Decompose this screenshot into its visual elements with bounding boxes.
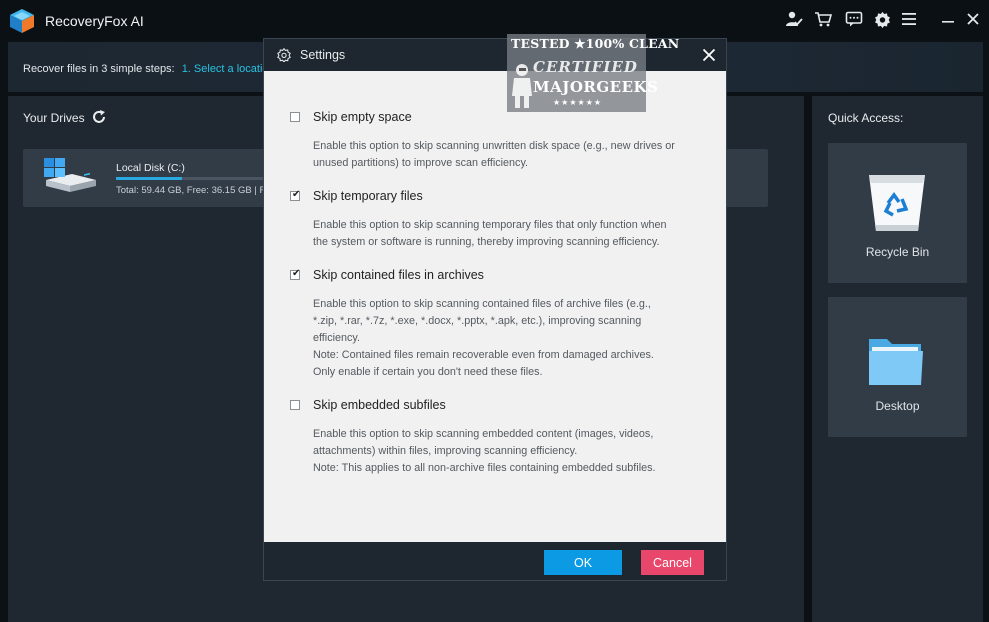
skip-embedded-subfiles-checkbox[interactable] xyxy=(290,400,300,410)
settings-dialog: Settings Skip empty space Enable this op… xyxy=(263,38,727,581)
skip-empty-space-desc: Enable this option to skip scanning unwr… xyxy=(313,140,675,169)
folder-icon xyxy=(869,339,923,385)
settings-body: Skip empty space Enable this option to s… xyxy=(264,71,726,542)
skip-archive-contents-label: Skip contained files in archives xyxy=(313,268,484,282)
skip-archive-contents-desc: Enable this option to skip scanning cont… xyxy=(313,298,654,378)
feedback-icon[interactable] xyxy=(843,8,865,30)
refresh-icon[interactable] xyxy=(91,109,107,125)
steps-text: Recover files in 3 simple steps: 1. Sele… xyxy=(23,63,284,75)
app-title: RecoveryFox AI xyxy=(45,13,144,29)
hard-disk-icon xyxy=(44,158,96,192)
close-icon[interactable] xyxy=(962,8,984,30)
skip-temporary-files-label: Skip temporary files xyxy=(313,189,423,203)
skip-empty-space-label: Skip empty space xyxy=(313,110,412,124)
mascot-icon xyxy=(512,64,532,108)
skip-empty-space-checkbox[interactable] xyxy=(290,112,300,122)
menu-icon[interactable] xyxy=(898,8,920,30)
drive-usage-fill xyxy=(116,177,183,180)
settings-title: Settings xyxy=(300,48,346,62)
watermark-line1: TESTED ★100% CLEAN xyxy=(511,36,680,51)
quick-access-desktop[interactable]: Desktop xyxy=(828,297,967,437)
checkmark-icon: ✔ xyxy=(292,268,301,279)
drive-usage-bar xyxy=(116,177,286,180)
skip-embedded-subfiles-label: Skip embedded subfiles xyxy=(313,398,446,412)
settings-footer: OK Cancel xyxy=(264,542,726,582)
desktop-label: Desktop xyxy=(875,399,920,413)
settings-gear-icon xyxy=(277,48,291,62)
dialog-close-icon[interactable] xyxy=(701,47,717,63)
app-logo-icon xyxy=(10,9,34,33)
drive-info: Total: 59.44 GB, Free: 36.15 GB | F xyxy=(116,185,266,196)
recycle-bin-label: Recycle Bin xyxy=(865,245,930,259)
watermark-line4: ★★★★★★ xyxy=(553,98,603,107)
watermark-line2: CERTIFIED xyxy=(533,58,638,76)
recycle-bin-icon xyxy=(869,175,925,231)
quick-access-panel: Quick Access: Recycle Bin Desktop xyxy=(812,96,983,622)
majorgeeks-watermark: TESTED ★100% CLEAN CERTIFIED MAJORGEEKS … xyxy=(507,34,679,112)
minimize-icon[interactable] xyxy=(937,8,959,30)
cart-icon[interactable] xyxy=(812,8,834,30)
skip-archive-contents-checkbox[interactable]: ✔ xyxy=(290,268,301,280)
checkmark-icon: ✔ xyxy=(292,189,301,200)
title-bar: RecoveryFox AI xyxy=(0,0,989,40)
skip-temporary-files-checkbox[interactable]: ✔ xyxy=(290,189,301,201)
gear-icon[interactable] xyxy=(871,8,893,30)
quick-access-recycle-bin[interactable]: Recycle Bin xyxy=(828,143,967,283)
steps-prefix: Recover files in 3 simple steps: xyxy=(23,63,175,75)
drives-title: Your Drives xyxy=(23,111,85,125)
quick-access-title: Quick Access: xyxy=(828,111,904,125)
skip-temporary-files-desc: Enable this option to skip scanning temp… xyxy=(313,219,667,248)
drive-name: Local Disk (C:) xyxy=(116,162,185,174)
cancel-button[interactable]: Cancel xyxy=(641,550,704,575)
ok-button[interactable]: OK xyxy=(544,550,622,575)
account-icon[interactable] xyxy=(783,8,805,30)
skip-embedded-subfiles-desc: Enable this option to skip scanning embe… xyxy=(313,428,656,474)
watermark-line3: MAJORGEEKS xyxy=(533,78,659,96)
